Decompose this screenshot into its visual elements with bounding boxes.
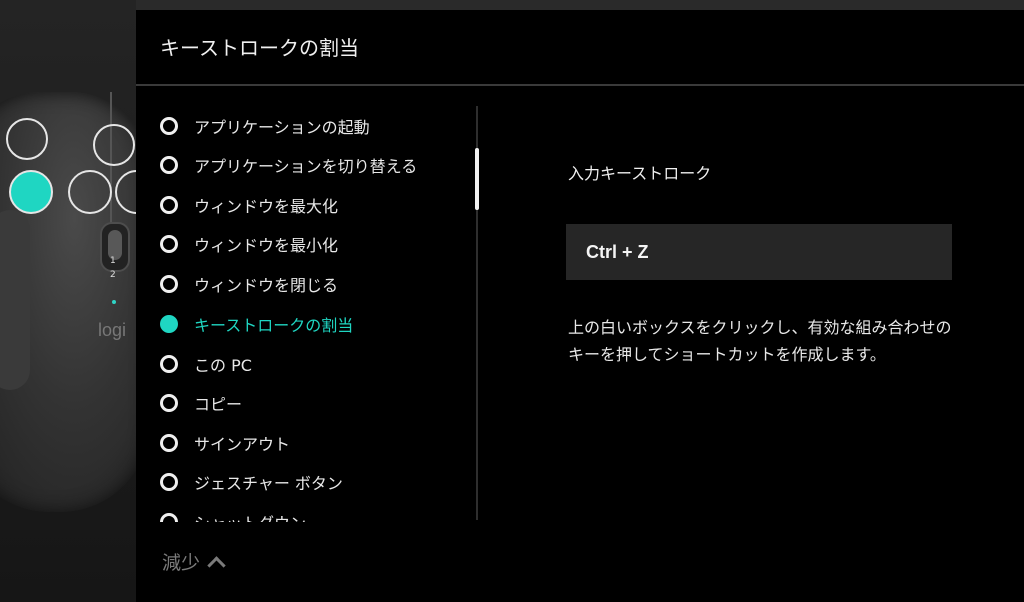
action-item-switch-app[interactable]: アプリケーションを切り替える <box>160 151 417 179</box>
radio-icon <box>160 235 178 253</box>
action-item-label: ジェスチャー ボタン <box>194 474 343 493</box>
action-item-this-pc[interactable]: この PC <box>160 350 252 378</box>
page-title: キーストロークの割当 <box>160 36 359 60</box>
keystroke-panel: キーストロークの割当 アプリケーションの起動 アプリケーションを切り替える ウィ… <box>136 10 1024 602</box>
action-item-label: ウィンドウを最小化 <box>194 236 339 255</box>
hotspot-middle-button[interactable] <box>93 124 135 166</box>
logi-logo: logi <box>98 320 127 340</box>
action-item-label: アプリケーションの起動 <box>194 118 370 137</box>
mode-label-1: 1 <box>110 256 116 266</box>
mode-label-2: 2 <box>110 270 116 280</box>
keystroke-help-text: 上の白いボックスをクリックし、有効な組み合わせのキーを押してショートカットを作成… <box>568 318 952 364</box>
radio-icon <box>160 117 178 135</box>
action-item-sign-out[interactable]: サインアウト <box>160 429 290 457</box>
status-led <box>112 300 116 304</box>
keystroke-input[interactable]: Ctrl + Z <box>566 224 952 280</box>
show-less-label: 減少 <box>162 552 201 574</box>
action-item-launch-app[interactable]: アプリケーションの起動 <box>160 112 370 140</box>
hotspot-gesture-button[interactable] <box>9 170 53 214</box>
action-item-label: ウィンドウを最大化 <box>194 197 339 216</box>
action-item-maximize-window[interactable]: ウィンドウを最大化 <box>160 191 338 219</box>
action-item-label: ウィンドウを閉じる <box>194 276 339 295</box>
action-item-gesture-button[interactable]: ジェスチャー ボタン <box>160 468 343 496</box>
radio-icon <box>160 275 178 293</box>
action-item-label: コピー <box>194 395 243 414</box>
radio-icon <box>160 394 178 412</box>
action-item-label: アプリケーションを切り替える <box>194 157 418 176</box>
mouse-illustration: 1 2 logi <box>0 0 136 602</box>
action-item-label: シャットダウン <box>194 510 306 522</box>
action-list: アプリケーションの起動 アプリケーションを切り替える ウィンドウを最大化 ウィン… <box>136 102 476 522</box>
hotspot-back-button[interactable] <box>68 170 112 214</box>
keystroke-value: Ctrl + Z <box>586 241 649 262</box>
radio-icon <box>160 196 178 214</box>
action-item-label: サインアウト <box>194 435 291 454</box>
top-strip <box>136 0 1024 10</box>
keystroke-input-title: 入力キーストローク <box>568 164 712 183</box>
action-item-keystroke-assignment[interactable]: キーストロークの割当 <box>160 310 353 338</box>
action-item-close-window[interactable]: ウィンドウを閉じる <box>160 270 338 298</box>
radio-selected-icon <box>160 315 178 333</box>
mouse-thumb-rest <box>0 210 30 390</box>
radio-icon <box>160 156 178 174</box>
list-scrollbar-thumb[interactable] <box>475 148 479 210</box>
radio-icon <box>160 513 178 522</box>
action-item-label: キーストロークの割当 <box>194 316 354 335</box>
radio-icon <box>160 473 178 491</box>
action-item-copy[interactable]: コピー <box>160 389 242 417</box>
radio-icon <box>160 434 178 452</box>
action-item-shutdown[interactable]: シャットダウン <box>160 508 306 522</box>
radio-icon <box>160 355 178 373</box>
panel-header: キーストロークの割当 <box>136 10 1024 86</box>
hotspot-top-left-button[interactable] <box>6 118 48 160</box>
chevron-up-icon <box>207 556 226 575</box>
action-item-label: この PC <box>194 356 252 375</box>
action-item-minimize-window[interactable]: ウィンドウを最小化 <box>160 230 338 258</box>
show-less-button[interactable]: 減少 <box>162 548 226 575</box>
